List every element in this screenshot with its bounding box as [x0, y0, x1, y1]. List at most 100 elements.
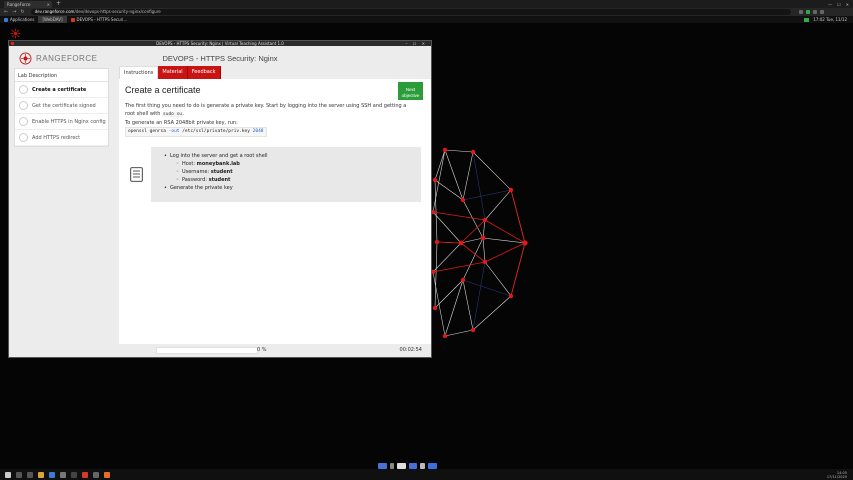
window-controls: — ☐ ✕ — [828, 2, 853, 7]
app-icon[interactable] — [60, 471, 66, 478]
step-label: Create a certificate — [32, 86, 87, 93]
browser-icon — [70, 17, 75, 22]
step-item-https-redirect[interactable]: Add HTTPS redirect — [15, 130, 108, 146]
host-clock: 14:05 17/11/2020 — [827, 471, 853, 479]
start-icon[interactable] — [5, 471, 11, 478]
objective-description: The first thing you need to do is genera… — [125, 102, 415, 137]
remote-clock-text: 17:02 Tue, 11/12 — [813, 17, 847, 22]
username-label: Username: — [181, 169, 210, 175]
app-icon[interactable] — [93, 471, 99, 478]
url-host: dev.rangeforce.com — [34, 9, 75, 14]
command-path: /etc/ssl/private/priv.key — [182, 129, 250, 134]
step-item-enable-https[interactable]: Enable HTTPS in Nginx config — [15, 114, 108, 130]
lab-timer: 00:02:54 — [399, 347, 422, 353]
close-window-icon[interactable]: ✕ — [846, 2, 849, 7]
new-tab-icon[interactable]: + — [56, 1, 61, 7]
extension-icon[interactable] — [805, 10, 810, 14]
extension-icon[interactable] — [798, 10, 803, 14]
lab-app-window: DEVOPS - HTTPS Security: Nginx | Virtual… — [8, 40, 432, 358]
remote-clock: 17:02 Tue, 11/12 — [804, 17, 853, 22]
folder-icon[interactable] — [38, 471, 44, 478]
checklist-icon — [130, 167, 143, 182]
tab-feedback[interactable]: Feedback — [187, 66, 221, 79]
step-status-icon — [19, 101, 28, 110]
step-label: Get the certificate signed — [32, 102, 96, 109]
search-icon[interactable] — [16, 471, 22, 478]
firefox-icon[interactable] — [104, 471, 110, 478]
maximize-icon[interactable]: ☐ — [837, 2, 841, 7]
info-item-username: Username: student — [164, 168, 268, 176]
tab-instructions[interactable]: Instructions — [119, 66, 159, 79]
step-item-get-signed[interactable]: Get the certificate signed — [15, 98, 108, 114]
step-status-icon — [19, 85, 28, 94]
username-value: student — [210, 169, 233, 175]
info-item-login: Log into the server and get a root shell — [164, 152, 268, 160]
reload-icon[interactable]: ↻ — [20, 9, 24, 15]
info-item-password: Password: student — [164, 176, 268, 184]
step-status-icon — [19, 133, 28, 142]
host-label: Host: — [181, 161, 196, 167]
browser-icon[interactable] — [82, 471, 88, 478]
extension-icons — [798, 10, 824, 14]
menu-icon[interactable] — [819, 10, 824, 14]
screen: RangeForce ✕ + — ☐ ✕ ← → ↻ dev.rangeforc… — [0, 0, 853, 480]
rangeforce-logo-icon — [10, 28, 21, 39]
lab-title: DEVOPS - HTTPS Security: Nginx — [162, 54, 278, 63]
network-icon — [804, 17, 810, 22]
next-objective-button[interactable]: Next objective — [398, 82, 423, 100]
command-bits: 2048 — [252, 129, 264, 134]
next-button-line2: objective — [401, 92, 420, 98]
remote-app-label: DEVOPS - HTTPS Securi... — [76, 17, 128, 22]
info-item-host: Host: moneybank.lab — [164, 160, 268, 168]
remote-app-label: Applications — [10, 17, 35, 22]
back-icon[interactable]: ← — [4, 9, 8, 15]
host-tab-bar: RangeForce ✕ + — ☐ ✕ — [0, 0, 853, 8]
app-icon — [11, 42, 14, 45]
remote-app-webdav[interactable]: [WebDAV] — [38, 16, 67, 23]
lab-steps-panel: Lab Description Create a certificate Get… — [14, 68, 109, 147]
host-taskbar: 14:05 17/11/2020 — [0, 469, 853, 480]
tab-material[interactable]: Material — [158, 66, 188, 79]
close-icon[interactable]: ✕ — [47, 2, 50, 7]
command-name: openssl genrsa — [128, 129, 166, 134]
password-label: Password: — [181, 177, 207, 183]
host-browser-tab[interactable]: RangeForce ✕ — [4, 0, 52, 8]
remote-desktop-panel: Applications [WebDAV] DEVOPS - HTTPS Sec… — [0, 16, 853, 23]
applications-icon — [4, 17, 8, 22]
minimize-icon[interactable]: — — [828, 2, 832, 7]
host-address-bar: ← → ↻ dev.rangeforce.com/dev/devops-http… — [0, 8, 853, 16]
instructions-panel: Create a certificate Next objective The … — [119, 79, 431, 345]
network-graph-wallpaper — [430, 147, 528, 339]
content-tabs: Instructions Material Feedback — [119, 66, 221, 79]
remote-app-devops[interactable]: DEVOPS - HTTPS Securi... — [67, 16, 132, 23]
progress-text: 0 % — [257, 347, 267, 353]
host-clock-date: 17/11/2020 — [826, 474, 847, 479]
step-status-icon — [19, 117, 28, 126]
next-button-line1: Next — [405, 87, 416, 92]
url-input[interactable]: dev.rangeforce.com/dev/devops-https-secu… — [30, 9, 791, 15]
info-item-generate: Generate the private key — [164, 184, 268, 192]
command-flag: -out — [168, 129, 180, 134]
password-value: student — [208, 177, 231, 183]
inline-code: sudo su — [162, 112, 184, 117]
lab-description-title[interactable]: Lab Description — [15, 69, 108, 82]
intro-end: . — [183, 111, 185, 117]
info-list: Log into the server and get a root shell… — [164, 152, 268, 192]
command-block[interactable]: openssl genrsa -out /etc/ssl/private/pri… — [125, 127, 267, 137]
step-item-create-certificate[interactable]: Create a certificate — [15, 82, 108, 98]
progress-bar — [156, 347, 258, 354]
extension-icon[interactable] — [812, 10, 817, 14]
terminal-icon[interactable] — [71, 471, 77, 478]
remote-app-applications[interactable]: Applications — [0, 16, 38, 23]
step-label: Add HTTPS redirect — [32, 134, 81, 141]
remote-app-label: [WebDAV] — [42, 17, 63, 22]
host-tab-title: RangeForce — [7, 1, 31, 7]
mail-icon[interactable] — [49, 471, 55, 478]
url-path: /dev/devops-https-security-nginx/configu… — [74, 9, 161, 14]
task-view-icon[interactable] — [27, 471, 33, 478]
rsa-instruction-text: To generate an RSA 2048bit private key, … — [125, 120, 238, 126]
lab-footer: 0 % 00:02:54 — [9, 344, 431, 357]
host-value: moneybank.lab — [196, 161, 240, 167]
step-label: Enable HTTPS in Nginx config — [32, 118, 106, 125]
forward-icon[interactable]: → — [12, 9, 16, 15]
